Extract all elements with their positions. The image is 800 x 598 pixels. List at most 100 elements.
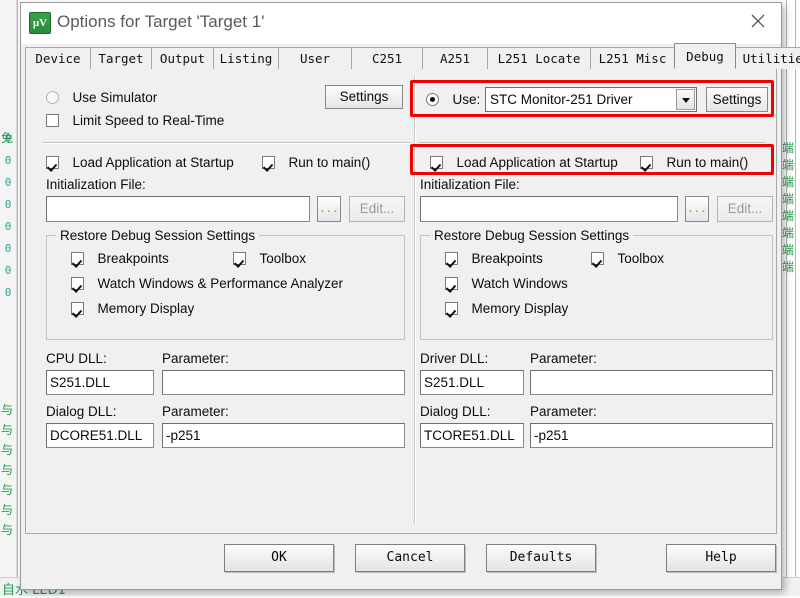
tab-strip: Device Target Output Listing User C251 A…	[25, 43, 800, 69]
debug-panel: Use Simulator Limit Speed to Real-Time S…	[25, 69, 777, 534]
cpu-parameter-input[interactable]	[162, 370, 405, 395]
left-toolbox-option[interactable]: Toolbox	[233, 250, 306, 268]
simulator-separator	[42, 142, 410, 144]
tab-c251[interactable]: C251	[351, 47, 423, 69]
panel-vertical-divider	[414, 75, 416, 523]
chevron-down-icon[interactable]	[676, 89, 695, 110]
left-breakpoints-label: Breakpoints	[97, 251, 169, 266]
left-load-app-option[interactable]: Load Application at Startup	[46, 154, 234, 172]
right-toolbox-label: Toolbox	[617, 251, 664, 266]
cpu-parameter-label: Parameter:	[162, 351, 229, 366]
defaults-button[interactable]: Defaults	[486, 544, 596, 572]
use-simulator-radio[interactable]	[46, 91, 59, 104]
driver-select-value: STC Monitor-251 Driver	[490, 92, 633, 107]
use-driver-radio[interactable]	[426, 93, 439, 106]
left-init-file-label: Initialization File:	[46, 177, 146, 192]
cpu-dll-label: CPU DLL:	[46, 351, 107, 366]
left-dialog-dll-input[interactable]: DCORE51.DLL	[46, 423, 154, 448]
left-browse-button[interactable]: ...	[317, 196, 341, 222]
right-memory-display-label: Memory Display	[471, 301, 569, 316]
driver-settings-button[interactable]: Settings	[706, 87, 768, 112]
cancel-button[interactable]: Cancel	[355, 544, 465, 572]
right-dialog-dll-input[interactable]: TCORE51.DLL	[420, 423, 524, 448]
cpu-dll-input[interactable]: S251.DLL	[46, 370, 154, 395]
left-run-to-main-label: Run to main()	[288, 155, 371, 170]
right-watch-windows-checkbox[interactable]	[445, 277, 458, 290]
ok-button[interactable]: OK	[224, 544, 334, 572]
editor-vline-2	[786, 0, 787, 596]
editor-vline-1	[17, 0, 18, 596]
help-button[interactable]: Help	[666, 544, 776, 572]
right-breakpoints-checkbox[interactable]	[445, 252, 458, 265]
ellipsis-icon: ...	[319, 202, 339, 215]
right-breakpoints-option[interactable]: Breakpoints	[445, 250, 543, 268]
dialog-titlebar: µV Options for Target 'Target 1'	[21, 3, 781, 44]
tab-target[interactable]: Target	[90, 47, 152, 69]
left-breakpoints-option[interactable]: Breakpoints	[71, 250, 169, 268]
left-run-to-main-checkbox[interactable]	[262, 156, 275, 169]
editor-left-cjk-text: 免	[1, 131, 14, 145]
tab-l251-locate[interactable]: L251 Locate	[487, 47, 591, 69]
uvision-logo-icon: µV	[29, 12, 51, 34]
left-breakpoints-checkbox[interactable]	[71, 252, 84, 265]
left-run-to-main-option[interactable]: Run to main()	[262, 154, 370, 172]
left-memory-display-checkbox[interactable]	[71, 302, 84, 315]
right-dialog-dll-label: Dialog DLL:	[420, 404, 491, 419]
right-dialog-parameter-input[interactable]: -p251	[530, 423, 773, 448]
right-browse-button[interactable]: ...	[685, 196, 709, 222]
right-memory-display-checkbox[interactable]	[445, 302, 458, 315]
left-load-app-label: Load Application at Startup	[72, 155, 234, 170]
tab-listing[interactable]: Listing	[213, 47, 279, 69]
limit-speed-label: Limit Speed to Real-Time	[72, 113, 225, 128]
tab-utilities[interactable]: Utilities	[735, 47, 800, 69]
right-init-file-input[interactable]	[420, 196, 678, 222]
right-load-app-label: Load Application at Startup	[456, 155, 618, 170]
dialog-footer: OK Cancel Defaults Help	[25, 534, 777, 587]
left-edit-button[interactable]: Edit...	[349, 196, 405, 222]
tab-a251[interactable]: A251	[422, 47, 488, 69]
left-memory-display-label: Memory Display	[97, 301, 195, 316]
right-edit-button[interactable]: Edit...	[717, 196, 773, 222]
use-driver-option[interactable]: Use:	[426, 91, 480, 109]
tab-user[interactable]: User	[278, 47, 352, 69]
driver-dll-input[interactable]: S251.DLL	[420, 370, 524, 395]
left-init-file-input[interactable]	[46, 196, 310, 222]
left-toolbox-label: Toolbox	[259, 251, 306, 266]
limit-speed-checkbox[interactable]	[46, 114, 59, 127]
driver-parameter-input[interactable]	[530, 370, 773, 395]
right-init-file-label: Initialization File:	[420, 177, 520, 192]
limit-speed-option[interactable]: Limit Speed to Real-Time	[46, 112, 224, 130]
left-load-app-checkbox[interactable]	[46, 156, 59, 169]
right-toolbox-option[interactable]: Toolbox	[591, 250, 664, 268]
left-dialog-dll-label: Dialog DLL:	[46, 404, 117, 419]
right-run-to-main-option[interactable]: Run to main()	[640, 154, 748, 172]
tab-device[interactable]: Device	[25, 47, 91, 69]
right-restore-group-title: Restore Debug Session Settings	[430, 228, 634, 243]
left-watch-windows-checkbox[interactable]	[71, 277, 84, 290]
driver-parameter-label: Parameter:	[530, 351, 597, 366]
tab-debug[interactable]: Debug	[674, 43, 736, 69]
use-simulator-label: Use Simulator	[72, 90, 158, 105]
right-load-app-option[interactable]: Load Application at Startup	[430, 154, 618, 172]
right-memory-display-option[interactable]: Memory Display	[445, 300, 568, 318]
dialog-title: Options for Target 'Target 1'	[57, 12, 265, 31]
tab-output[interactable]: Output	[151, 47, 214, 69]
left-dialog-parameter-input[interactable]: -p251	[162, 423, 405, 448]
left-toolbox-checkbox[interactable]	[233, 252, 246, 265]
right-load-app-checkbox[interactable]	[430, 156, 443, 169]
right-toolbox-checkbox[interactable]	[591, 252, 604, 265]
left-restore-group: Restore Debug Session Settings Breakpoin…	[46, 228, 405, 340]
right-watch-windows-option[interactable]: Watch Windows	[445, 275, 568, 293]
left-dialog-parameter-label: Parameter:	[162, 404, 229, 419]
use-simulator-option[interactable]: Use Simulator	[46, 89, 157, 107]
right-watch-windows-label: Watch Windows	[471, 276, 568, 291]
driver-select[interactable]: STC Monitor-251 Driver	[485, 87, 697, 112]
left-memory-display-option[interactable]: Memory Display	[71, 300, 194, 318]
simulator-settings-button[interactable]: Settings	[325, 85, 403, 109]
editor-left-cjk-text-2: 与与与与与与与	[1, 403, 14, 537]
close-icon[interactable]	[735, 3, 781, 35]
tab-l251-misc[interactable]: L251 Misc	[590, 47, 675, 69]
right-run-to-main-checkbox[interactable]	[640, 156, 653, 169]
right-run-to-main-label: Run to main()	[666, 155, 749, 170]
left-watch-windows-option[interactable]: Watch Windows & Performance Analyzer	[71, 275, 343, 293]
